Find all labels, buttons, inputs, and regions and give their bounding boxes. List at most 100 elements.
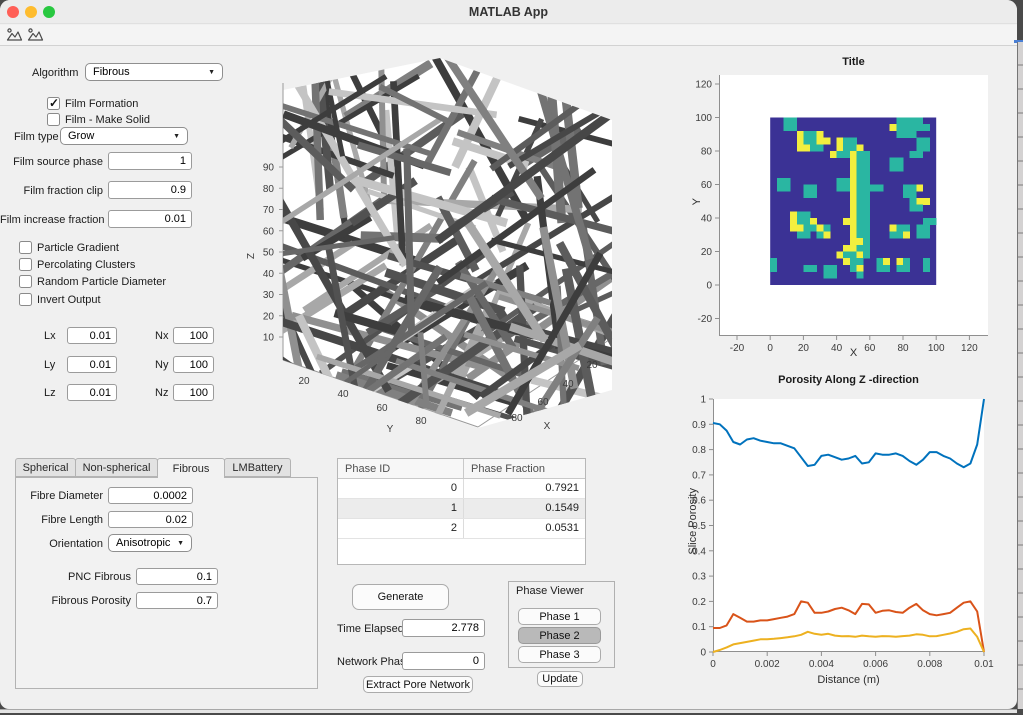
svg-text:0: 0 [710,659,716,670]
svg-text:-20: -20 [698,314,713,325]
fibre-diameter-field[interactable]: 0.0002 [108,487,193,504]
svg-text:0.01: 0.01 [974,659,994,670]
invert-output-checkbox[interactable] [19,293,32,306]
orientation-value: Anisotropic [116,537,170,549]
film-type-value: Grow [68,130,94,142]
lx-label: Lx [44,330,56,342]
pnc-fibrous-field[interactable]: 0.1 [136,568,218,585]
ly-label: Ly [44,359,55,371]
ny-label: Ny [155,359,168,371]
tab-non-spherical[interactable]: Non-spherical [75,458,158,477]
invert-output-label: Invert Output [37,294,101,306]
phase-fraction-column-header[interactable]: Phase Fraction [464,459,585,478]
nx-field[interactable]: 100 [173,327,214,344]
svg-text:30: 30 [263,290,275,301]
fibre-diameter-label: Fibre Diameter [10,490,103,502]
svg-text:0.3: 0.3 [692,572,706,583]
window-title: MATLAB App [0,0,1017,24]
ly-field[interactable]: 0.01 [67,356,117,373]
time-elapsed-field[interactable]: 2.778 [402,619,485,637]
orientation-dropdown[interactable]: Anisotropic ▼ [108,534,192,552]
pnc-fibrous-label: PNC Fibrous [30,571,131,583]
svg-text:60: 60 [263,226,275,237]
film-fraction-clip-field[interactable]: 0.9 [108,181,192,199]
extract-pore-network-button[interactable]: Extract Pore Network [363,676,473,693]
heatmap-title: Title [719,56,988,68]
phase-viewer-title: Phase Viewer [516,585,584,597]
ny-field[interactable]: 100 [173,356,214,373]
fibrous-3d-plot[interactable]: 1020304050607080902040608020406080YXZ [240,50,670,435]
tab-spherical[interactable]: Spherical [15,458,76,477]
phase-1-button[interactable]: Phase 1 [518,608,601,625]
film-increase-fraction-field[interactable]: 0.01 [108,210,192,228]
network-phase-label: Network Phase [337,656,412,668]
svg-text:20: 20 [298,376,310,387]
update-button[interactable]: Update [537,671,583,687]
film-make-solid-label: Film - Make Solid [65,114,150,126]
phase-table: Phase ID Phase Fraction 00.792110.154920… [337,458,586,565]
percolating-clusters-checkbox[interactable] [19,258,32,271]
phase-slice-heatmap[interactable]: -20020406080100120-20020406080100120 [719,75,988,336]
svg-text:70: 70 [263,205,275,216]
tab-lmbattery[interactable]: LMBattery [224,458,291,477]
film-type-label: Film type [14,131,59,143]
porosity-y-axis-label: Slice Porosity [687,488,699,555]
svg-text:80: 80 [701,147,713,158]
porosity-x-axis-label: Distance (m) [713,674,984,686]
svg-text:40: 40 [701,214,713,225]
porosity-line-chart[interactable]: 00.0020.0040.0060.0080.0100.10.20.30.40.… [713,399,984,652]
phase-2-button[interactable]: Phase 2 [518,627,601,644]
svg-text:0.8: 0.8 [692,445,706,456]
svg-text:20: 20 [701,247,713,258]
svg-text:0.006: 0.006 [863,659,888,670]
chevron-down-icon: ▼ [208,69,215,76]
heatmap-y-axis-label: Y [691,198,703,205]
phase-id-column-header[interactable]: Phase ID [338,459,464,478]
new-axes-icon[interactable] [6,27,23,43]
porosity-chart-title: Porosity Along Z -direction [713,374,984,386]
svg-text:0.008: 0.008 [917,659,942,670]
network-phase-field[interactable]: 0 [402,652,485,670]
algorithm-label: Algorithm [32,67,78,79]
film-source-phase-field[interactable]: 1 [108,152,192,170]
phase-3-button[interactable]: Phase 3 [518,646,601,663]
film-formation-checkbox[interactable] [47,97,60,110]
svg-text:0.9: 0.9 [692,420,706,431]
phase-table-header: Phase ID Phase Fraction [338,459,585,479]
algorithm-dropdown[interactable]: Fibrous ▼ [85,63,223,81]
random-particle-diameter-checkbox[interactable] [19,275,32,288]
svg-text:20: 20 [263,311,275,322]
svg-text:100: 100 [695,113,712,124]
svg-text:60: 60 [537,397,549,408]
svg-text:80: 80 [415,416,427,427]
svg-text:Y: Y [387,424,394,435]
svg-text:80: 80 [263,184,275,195]
lx-field[interactable]: 0.01 [67,327,117,344]
fibrous-porosity-field[interactable]: 0.7 [136,592,218,609]
nz-field[interactable]: 100 [173,384,214,401]
film-increase-fraction-label: Film increase fraction [0,214,103,226]
background-window-edge [1017,42,1023,709]
fibre-length-field[interactable]: 0.02 [108,511,193,528]
generate-button[interactable]: Generate [352,584,449,610]
phase-viewer-panel: Phase Viewer Phase 1 Phase 2 Phase 3 [508,581,615,668]
table-row[interactable]: 00.7921 [338,479,585,499]
new-axes-icon-2[interactable] [27,27,44,43]
tab-fibrous[interactable]: Fibrous [157,458,225,478]
film-formation-label: Film Formation [65,98,138,110]
fibre-length-label: Fibre Length [10,514,103,526]
nz-label: Nz [155,387,168,399]
film-make-solid-checkbox[interactable] [47,113,60,126]
film-type-dropdown[interactable]: Grow ▼ [60,127,188,145]
table-row[interactable]: 20.0531 [338,519,585,539]
particle-gradient-label: Particle Gradient [37,242,119,254]
particle-gradient-checkbox[interactable] [19,241,32,254]
app-window: MATLAB App Algorithm Fibrous ▼ Film Form… [0,0,1017,709]
time-elapsed-label: Time Elapsed: [337,623,407,635]
svg-text:0.7: 0.7 [692,470,706,481]
table-row[interactable]: 10.1549 [338,499,585,519]
svg-text:X: X [544,421,551,432]
svg-text:90: 90 [263,163,275,174]
percolating-clusters-label: Percolating Clusters [37,259,135,271]
lz-field[interactable]: 0.01 [67,384,117,401]
